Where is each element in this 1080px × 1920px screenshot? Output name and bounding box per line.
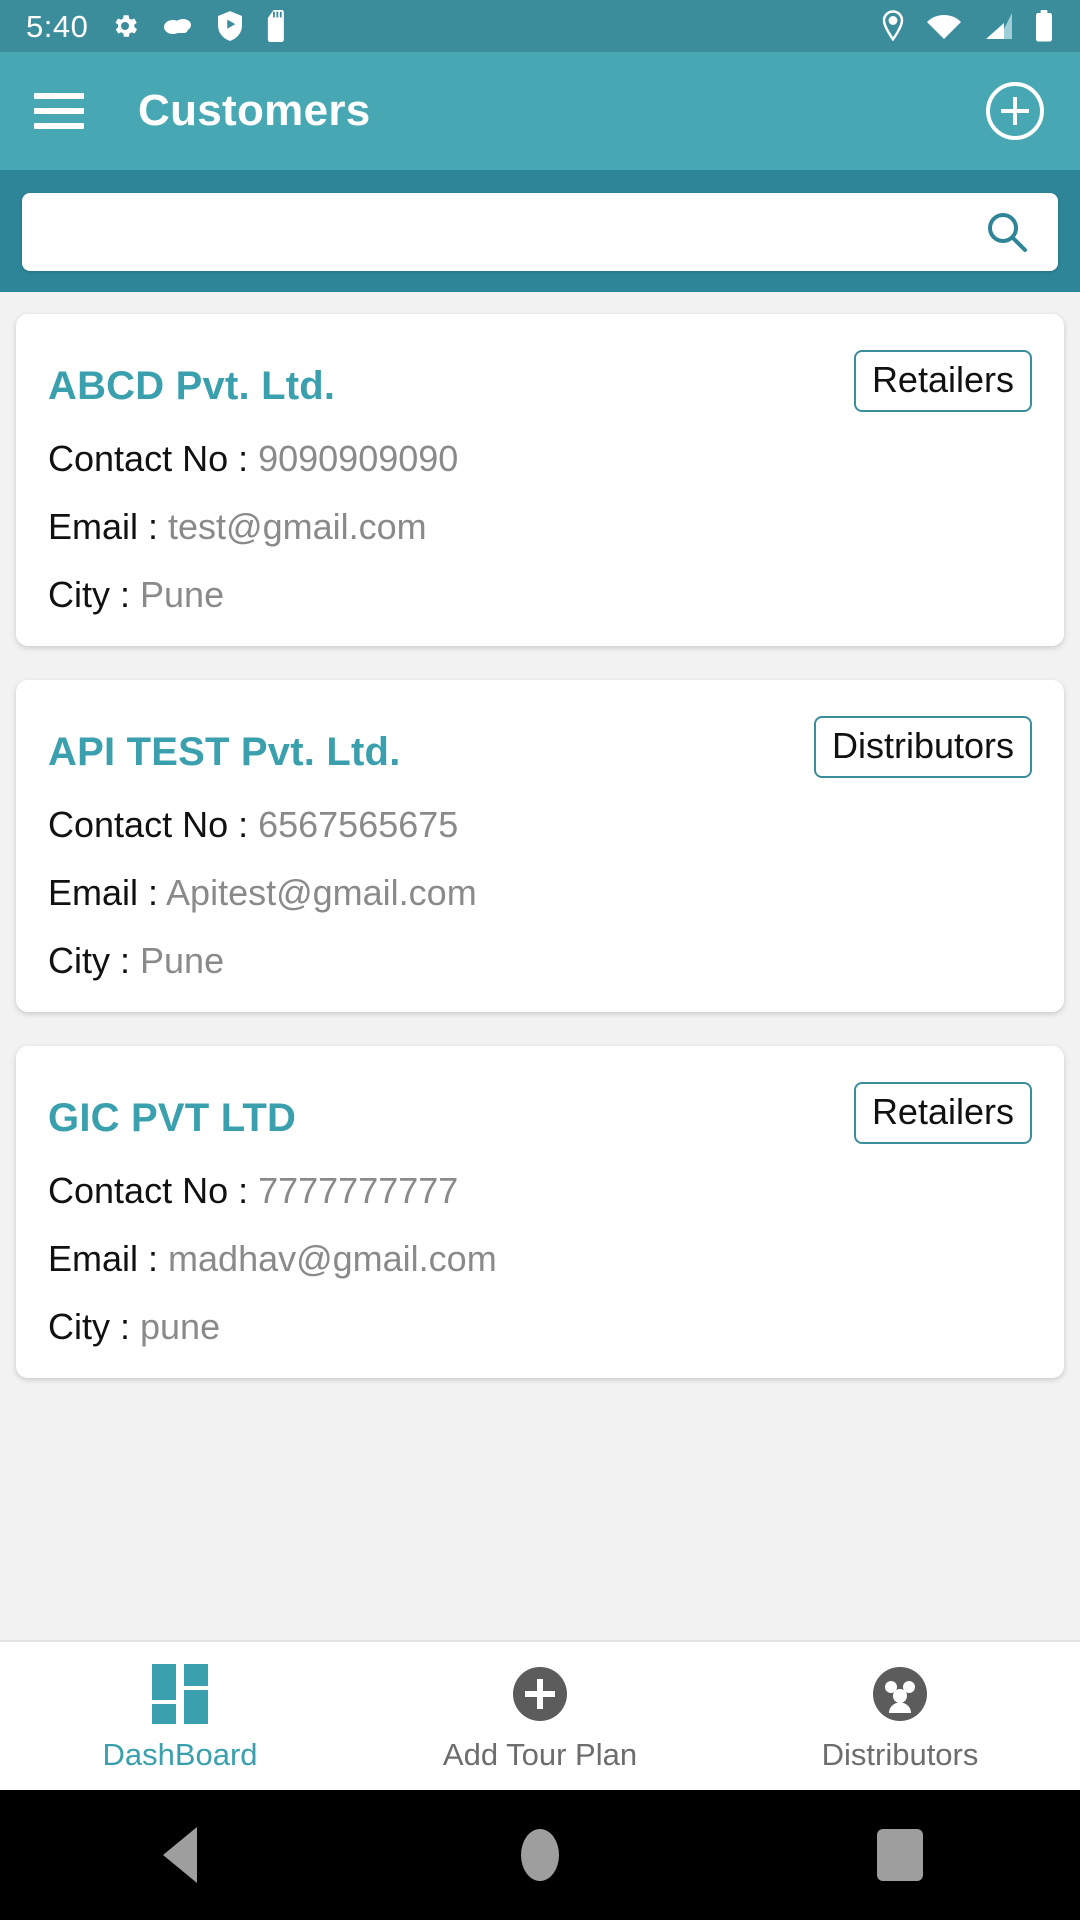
email-row: Email : madhav@gmail.com xyxy=(48,1238,1032,1280)
dashboard-grid-icon xyxy=(152,1663,208,1725)
app-screen: 5:40 Customers ABCD Pvt. Ltd. Retailers … xyxy=(0,0,1080,1920)
status-time: 5:40 xyxy=(26,8,89,44)
bottom-navigation: DashBoard Add Tour Plan Distributors xyxy=(0,1640,1080,1790)
city-label: City : xyxy=(48,574,141,615)
city-value: pune xyxy=(140,1306,221,1347)
customer-list[interactable]: ABCD Pvt. Ltd. Retailers Contact No : 90… xyxy=(0,292,1080,1640)
search-bar[interactable] xyxy=(22,193,1058,271)
email-label: Email : xyxy=(48,506,169,547)
wifi-icon xyxy=(926,11,962,41)
contact-value: 9090909090 xyxy=(258,438,459,479)
contact-value: 6567565675 xyxy=(258,804,459,845)
add-circle-filled-icon xyxy=(511,1663,569,1725)
search-icon[interactable] xyxy=(984,209,1030,255)
city-row: City : Pune xyxy=(48,574,1032,616)
email-label: Email : xyxy=(48,1238,169,1279)
home-circle-icon[interactable] xyxy=(360,1829,720,1881)
status-bar-left: 5:40 xyxy=(26,10,288,42)
nav-item-dashboard[interactable]: DashBoard xyxy=(0,1663,360,1770)
email-value: test@gmail.com xyxy=(168,506,427,547)
email-label: Email : xyxy=(48,872,167,913)
nav-label-add-tour-plan: Add Tour Plan xyxy=(442,1736,638,1772)
shield-play-icon xyxy=(216,10,244,42)
contact-row: Contact No : 7777777777 xyxy=(48,1170,1032,1212)
location-pin-icon xyxy=(880,10,906,42)
cloud-icon xyxy=(162,13,194,39)
back-triangle-icon[interactable] xyxy=(0,1827,360,1883)
city-label: City : xyxy=(48,1306,141,1347)
nav-item-add-tour-plan[interactable]: Add Tour Plan xyxy=(360,1663,720,1770)
android-navigation-bar xyxy=(0,1790,1080,1920)
email-value: Apitest@gmail.com xyxy=(166,872,477,913)
customer-card[interactable]: ABCD Pvt. Ltd. Retailers Contact No : 90… xyxy=(16,314,1064,646)
city-value: Pune xyxy=(140,940,225,981)
gear-icon xyxy=(110,11,140,41)
city-row: City : Pune xyxy=(48,940,1032,982)
city-row: City : pune xyxy=(48,1306,1032,1348)
city-label: City : xyxy=(48,940,141,981)
customer-name: ABCD Pvt. Ltd. xyxy=(48,364,336,408)
contact-row: Contact No : 6567565675 xyxy=(48,804,1032,846)
status-bar-right xyxy=(880,10,1054,42)
recents-square-icon[interactable] xyxy=(720,1829,1080,1881)
nav-label-dashboard: DashBoard xyxy=(102,1736,258,1772)
customer-card[interactable]: GIC PVT LTD Retailers Contact No : 77777… xyxy=(16,1046,1064,1378)
contact-row: Contact No : 9090909090 xyxy=(48,438,1032,480)
customer-type-badge[interactable]: Distributors xyxy=(813,716,1032,778)
customer-name: API TEST Pvt. Ltd. xyxy=(48,730,401,774)
email-row: Email : test@gmail.com xyxy=(48,506,1032,548)
contact-label: Contact No : xyxy=(48,438,259,479)
contact-label: Contact No : xyxy=(48,1170,259,1211)
customer-type-badge[interactable]: Retailers xyxy=(853,350,1032,412)
nav-item-distributors[interactable]: Distributors xyxy=(720,1663,1080,1770)
contact-label: Contact No : xyxy=(48,804,259,845)
contact-value: 7777777777 xyxy=(258,1170,459,1211)
app-bar: Customers xyxy=(0,52,1080,170)
city-value: Pune xyxy=(140,574,225,615)
sd-card-icon xyxy=(266,10,288,42)
card-header: ABCD Pvt. Ltd. Retailers xyxy=(48,348,1032,412)
cellular-signal-icon xyxy=(982,11,1014,41)
customer-card[interactable]: API TEST Pvt. Ltd. Distributors Contact … xyxy=(16,680,1064,1012)
card-header: API TEST Pvt. Ltd. Distributors xyxy=(48,714,1032,778)
battery-icon xyxy=(1034,10,1054,42)
card-header: GIC PVT LTD Retailers xyxy=(48,1080,1032,1144)
nav-label-distributors: Distributors xyxy=(821,1736,979,1772)
customer-type-badge[interactable]: Retailers xyxy=(853,1082,1032,1144)
add-circle-icon[interactable] xyxy=(984,80,1046,142)
email-row: Email : Apitest@gmail.com xyxy=(48,872,1032,914)
people-group-icon xyxy=(871,1663,929,1725)
hamburger-menu-icon[interactable] xyxy=(34,93,84,129)
email-value: madhav@gmail.com xyxy=(168,1238,497,1279)
search-input[interactable] xyxy=(50,215,984,249)
customer-name: GIC PVT LTD xyxy=(48,1096,297,1140)
status-bar: 5:40 xyxy=(0,0,1080,52)
page-title: Customers xyxy=(138,86,371,135)
